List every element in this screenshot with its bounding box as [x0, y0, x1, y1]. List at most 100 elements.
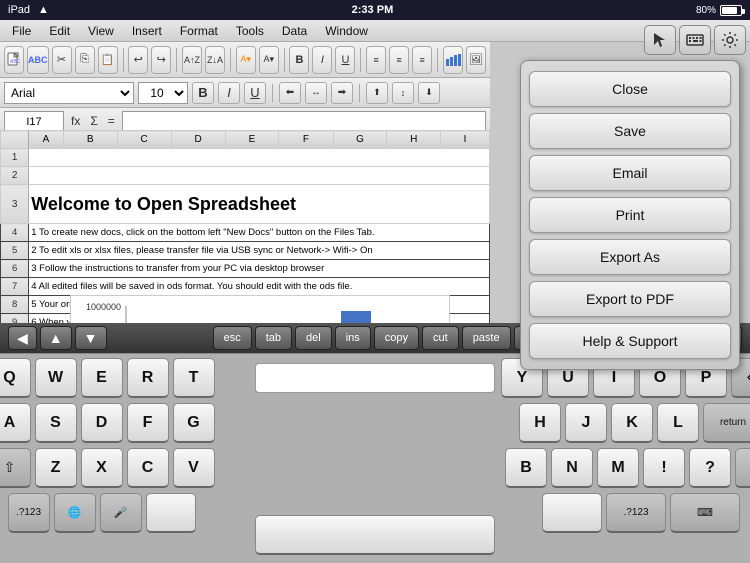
toolbar-align-left[interactable]: ≡: [366, 46, 386, 74]
cell-7[interactable]: 4 All edited files will be saved in ods …: [29, 278, 490, 296]
align-right-button[interactable]: ➡: [331, 82, 353, 104]
toolbar-align-center[interactable]: ≡: [389, 46, 409, 74]
key-question[interactable]: ?: [689, 448, 731, 488]
key-R[interactable]: R: [127, 358, 169, 398]
key-E[interactable]: E: [81, 358, 123, 398]
export-pdf-button[interactable]: Export to PDF: [529, 281, 731, 317]
toolbar-new[interactable]: ABC: [4, 46, 24, 74]
toolbar-fill-color[interactable]: A▾: [236, 46, 256, 74]
key-return[interactable]: return: [703, 403, 750, 443]
toolbar-align-right[interactable]: ≡: [412, 46, 432, 74]
toolbar-copy[interactable]: ⎘: [75, 46, 95, 74]
italic-button[interactable]: I: [218, 82, 240, 104]
toolbar-chart[interactable]: [443, 46, 463, 74]
nav-up-arrow[interactable]: ▲: [40, 326, 72, 350]
email-button[interactable]: Email: [529, 155, 731, 191]
paste-button[interactable]: paste: [462, 326, 511, 350]
tab-button[interactable]: tab: [255, 326, 292, 350]
print-button[interactable]: Print: [529, 197, 731, 233]
key-Z[interactable]: Z: [35, 448, 77, 488]
col-header-F[interactable]: F: [279, 131, 333, 149]
bold-button[interactable]: B: [192, 82, 214, 104]
esc-button[interactable]: esc: [213, 326, 252, 350]
key-D[interactable]: D: [81, 403, 123, 443]
key-space-right[interactable]: [542, 493, 602, 533]
cell-4[interactable]: 1 To create new docs, click on the botto…: [29, 224, 490, 242]
font-family-select[interactable]: Arial: [4, 82, 134, 104]
toolbar-bold[interactable]: B: [289, 46, 309, 74]
key-space-left[interactable]: [146, 493, 196, 533]
ins-button[interactable]: ins: [335, 326, 371, 350]
col-header-H[interactable]: H: [387, 131, 441, 149]
toolbar-paste[interactable]: 📋: [98, 46, 118, 74]
cell-2[interactable]: [29, 167, 490, 185]
key-mic[interactable]: 🎤: [100, 493, 142, 533]
key-B[interactable]: B: [505, 448, 547, 488]
menu-view[interactable]: View: [80, 22, 122, 40]
copy-button[interactable]: copy: [374, 326, 419, 350]
key-globe[interactable]: 🌐: [54, 493, 96, 533]
menu-file[interactable]: File: [4, 22, 39, 40]
nav-left-arrow[interactable]: ◀: [8, 326, 37, 350]
key-keyboard-hide[interactable]: ⌨: [670, 493, 740, 533]
key-K[interactable]: K: [611, 403, 653, 443]
key-H[interactable]: H: [519, 403, 561, 443]
cell-1[interactable]: [29, 149, 490, 167]
key-exclaim[interactable]: !: [643, 448, 685, 488]
fx-button[interactable]: fx: [68, 114, 83, 128]
toolbar-sort-asc[interactable]: A↑Z: [182, 46, 202, 74]
menu-data[interactable]: Data: [274, 22, 315, 40]
underline-button[interactable]: U: [244, 82, 266, 104]
key-numbers-left[interactable]: .?123: [8, 493, 50, 533]
key-V[interactable]: V: [173, 448, 215, 488]
del-button[interactable]: del: [295, 326, 332, 350]
cut-button[interactable]: cut: [422, 326, 459, 350]
col-header-I[interactable]: I: [441, 131, 490, 149]
align-bottom-button[interactable]: ⬇: [418, 82, 440, 104]
menu-window[interactable]: Window: [317, 22, 376, 40]
key-shift-right[interactable]: ⇧: [735, 448, 750, 488]
col-header-G[interactable]: G: [333, 131, 387, 149]
key-J[interactable]: J: [565, 403, 607, 443]
key-spacebar[interactable]: [255, 515, 495, 555]
key-shift-left[interactable]: ⇧: [0, 448, 31, 488]
toolbar-abc[interactable]: ABC: [27, 46, 49, 74]
toolbar-text-color[interactable]: A▾: [259, 46, 279, 74]
toolbar-redo[interactable]: ↪: [151, 46, 171, 74]
equals-button[interactable]: =: [105, 114, 118, 128]
key-M[interactable]: M: [597, 448, 639, 488]
font-size-select[interactable]: 10: [138, 82, 188, 104]
toolbar-undo[interactable]: ↩: [128, 46, 148, 74]
key-X[interactable]: X: [81, 448, 123, 488]
menu-tools[interactable]: Tools: [228, 22, 272, 40]
key-S[interactable]: S: [35, 403, 77, 443]
formula-input[interactable]: [122, 111, 486, 131]
help-support-button[interactable]: Help & Support: [529, 323, 731, 359]
cursor-icon[interactable]: [644, 25, 676, 55]
toolbar-cut[interactable]: ✂: [52, 46, 72, 74]
menu-format[interactable]: Format: [172, 22, 226, 40]
title-cell[interactable]: Welcome to Open Spreadsheet: [29, 185, 490, 224]
toolbar-italic[interactable]: I: [312, 46, 332, 74]
col-header-D[interactable]: D: [171, 131, 225, 149]
align-top-button[interactable]: ⬆: [366, 82, 388, 104]
export-as-button[interactable]: Export As: [529, 239, 731, 275]
key-C[interactable]: C: [127, 448, 169, 488]
keyboard-icon[interactable]: [679, 25, 711, 55]
key-G[interactable]: G: [173, 403, 215, 443]
cell-reference[interactable]: I17: [4, 111, 64, 131]
key-F[interactable]: F: [127, 403, 169, 443]
align-middle-button[interactable]: ↕: [392, 82, 414, 104]
toolbar-underline[interactable]: U: [335, 46, 355, 74]
sigma-button[interactable]: Σ: [87, 114, 100, 128]
nav-down-arrow[interactable]: ▼: [75, 326, 107, 350]
menu-edit[interactable]: Edit: [41, 22, 78, 40]
settings-icon[interactable]: [714, 25, 746, 55]
cell-5[interactable]: 2 To edit xls or xlsx files, please tran…: [29, 242, 490, 260]
cell-6[interactable]: 3 Follow the instructions to transfer fr…: [29, 260, 490, 278]
save-button[interactable]: Save: [529, 113, 731, 149]
toolbar-sort-desc[interactable]: Z↓A: [205, 46, 225, 74]
key-N[interactable]: N: [551, 448, 593, 488]
align-left-button[interactable]: ⬅: [279, 82, 301, 104]
col-header-A[interactable]: A: [29, 131, 64, 149]
